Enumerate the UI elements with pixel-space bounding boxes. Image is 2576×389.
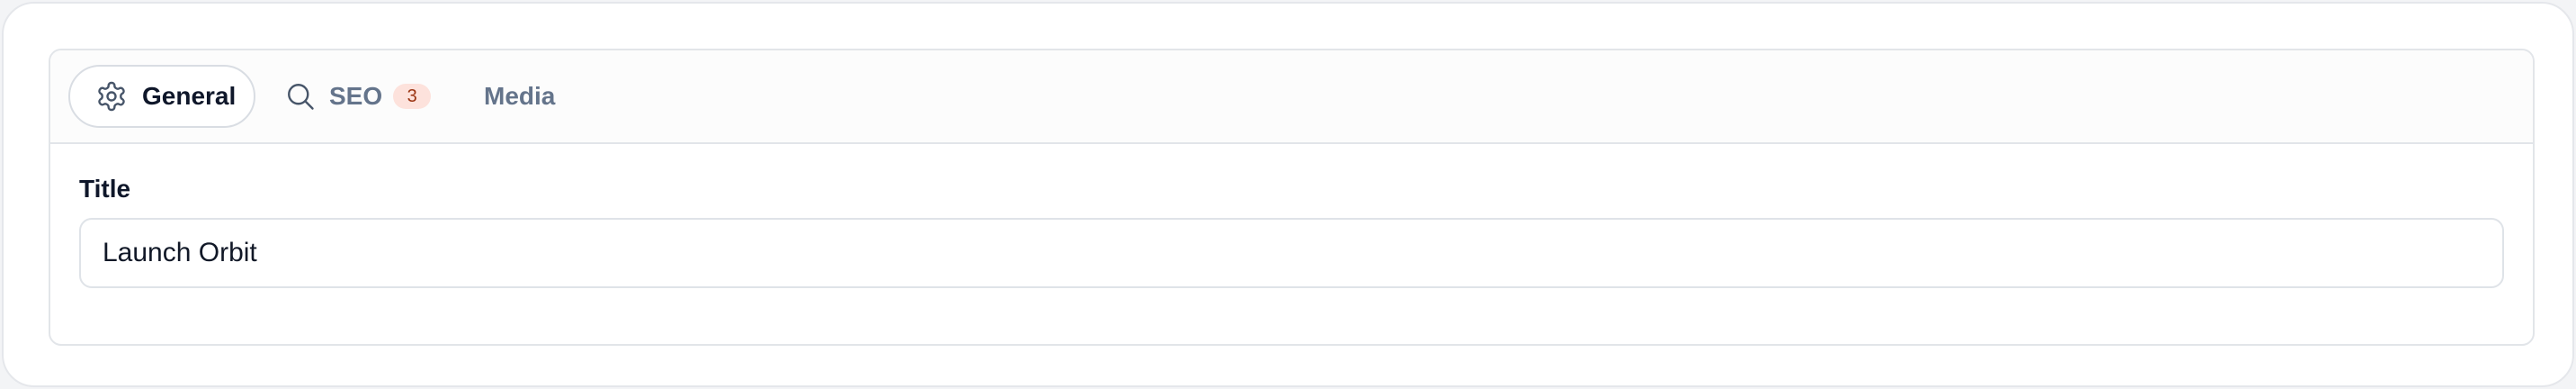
- title-input[interactable]: [79, 218, 2504, 288]
- tab-general[interactable]: General: [68, 65, 255, 128]
- editor-card: General SEO 3 Media Title: [2, 2, 2574, 387]
- search-icon: [284, 80, 317, 113]
- gear-icon: [95, 80, 128, 113]
- tab-media[interactable]: Media: [484, 65, 610, 128]
- settings-panel: General SEO 3 Media Title: [49, 49, 2535, 346]
- tab-general-label: General: [142, 82, 237, 110]
- tab-seo[interactable]: SEO 3: [284, 65, 482, 128]
- tab-bar: General SEO 3 Media: [50, 50, 2533, 144]
- title-field-label: Title: [79, 175, 131, 203]
- seo-issue-count-badge: 3: [393, 84, 432, 109]
- tab-media-label: Media: [484, 82, 556, 110]
- tab-seo-label: SEO: [329, 82, 383, 110]
